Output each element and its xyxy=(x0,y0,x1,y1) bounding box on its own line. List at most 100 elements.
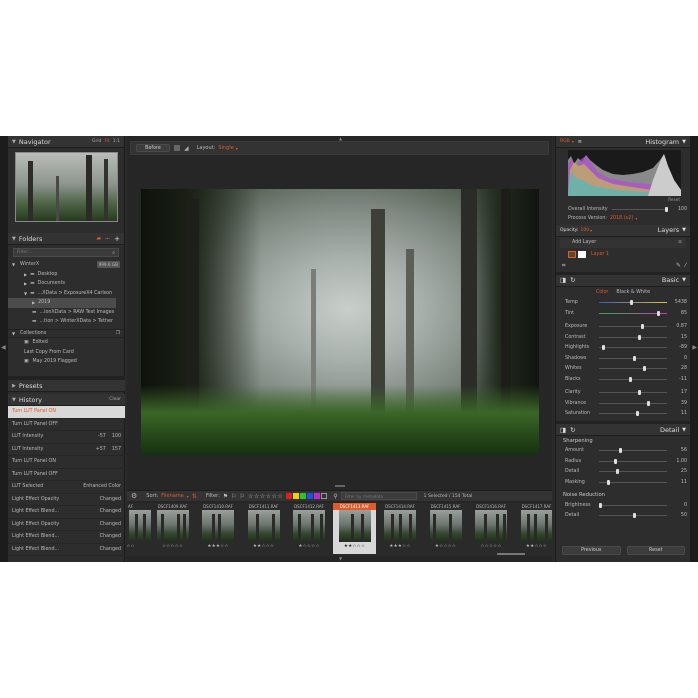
history-item[interactable]: Light Effect Opacity Changed xyxy=(8,494,125,506)
slider-track[interactable] xyxy=(599,458,667,464)
thumbnail-rating[interactable]: ★★☆☆☆ xyxy=(242,542,285,551)
slider-masking[interactable]: Masking 11 xyxy=(556,477,690,488)
split-view-icon[interactable]: ◢ xyxy=(184,145,189,152)
slider-value[interactable]: 39 xyxy=(671,401,687,406)
star-filter[interactable]: ☆☆☆☆☆☆ xyxy=(248,493,283,500)
slider-saturation[interactable]: Saturation 11 xyxy=(556,409,690,420)
thumbnail-rating[interactable]: ★★☆☆☆ xyxy=(515,542,552,551)
filmstrip-thumbnail[interactable]: DSCF1416.RAF ☆☆☆☆☆ xyxy=(470,503,513,554)
slider-knob[interactable] xyxy=(633,513,636,519)
slider-knob[interactable] xyxy=(642,366,646,372)
slider-track[interactable] xyxy=(599,513,667,519)
color-label-swatch[interactable] xyxy=(314,493,321,499)
collection-item[interactable]: ▣ Edited xyxy=(8,338,124,348)
slider-track[interactable] xyxy=(599,366,667,372)
slider-value[interactable]: 11 xyxy=(671,480,687,485)
brush-icon[interactable]: ✎ xyxy=(676,262,681,269)
reset-panel-icon[interactable]: ↻ xyxy=(570,276,575,284)
navigator-preview[interactable] xyxy=(15,152,118,222)
thumbnail-rating[interactable]: ☆☆ xyxy=(127,542,152,551)
layers-header[interactable]: Opacity: 100 ▾ Layers ▼ xyxy=(556,224,690,237)
slider-value[interactable]: 1.00 xyxy=(671,459,687,464)
history-item[interactable]: Light Effect Blend... Changed xyxy=(8,506,125,519)
folder-item[interactable]: ▶ ▬ Documents xyxy=(8,279,124,289)
panel-toggle-icon[interactable]: ◨ xyxy=(560,426,566,434)
layout-select[interactable]: Single xyxy=(218,145,233,151)
filmstrip-thumbnail[interactable]: DSCF1414.RAF ★★★☆☆ xyxy=(379,503,422,554)
panel-toggle-icon[interactable]: ◨ xyxy=(560,276,566,284)
slider-value[interactable]: 0.87 xyxy=(671,324,687,329)
process-version-select[interactable]: 2018 (v2) xyxy=(610,216,633,221)
slider-exposure[interactable]: Exposure 0.87 xyxy=(556,322,690,333)
main-image[interactable] xyxy=(141,189,539,455)
history-item[interactable]: LUT Intensity +57 157 xyxy=(8,444,125,456)
slider-knob[interactable] xyxy=(638,334,642,340)
fit-button[interactable]: Fit xyxy=(104,139,109,144)
history-item[interactable]: LUT Selected Enhanced Color xyxy=(8,481,125,494)
overall-intensity-slider[interactable]: Overall Intensity 100 xyxy=(556,204,690,215)
histogram-reset-button[interactable]: Reset xyxy=(556,196,690,204)
crop-icon[interactable]: ⌗ xyxy=(562,262,676,270)
folder-item-selected[interactable]: ▶ 2019 xyxy=(8,298,116,308)
slider-tint[interactable]: Tint 85 xyxy=(556,308,690,319)
slider-whites[interactable]: Whites 28 xyxy=(556,364,690,375)
slider-knob[interactable] xyxy=(616,469,619,475)
slider-track[interactable] xyxy=(599,502,667,508)
collection-item[interactable]: ▣ May 2019 Flagged xyxy=(8,357,124,367)
slider-knob[interactable] xyxy=(613,458,617,464)
folder-item[interactable]: ▶ ▬ Desktop xyxy=(8,270,124,280)
channel-select[interactable]: RGB xyxy=(560,139,570,144)
filmstrip-resize-handle[interactable] xyxy=(335,485,345,487)
slider-knob[interactable] xyxy=(628,376,632,382)
slider-value[interactable]: 25 xyxy=(671,469,687,474)
slider-track[interactable] xyxy=(599,479,667,485)
slider-clarity[interactable]: Clarity 17 xyxy=(556,388,690,399)
collapse-right-arrow-icon[interactable]: ▶ xyxy=(692,344,697,351)
thumbnail-rating[interactable]: ☆☆☆☆☆ xyxy=(151,542,194,551)
slider-knob[interactable] xyxy=(656,310,660,316)
slider-vibrance[interactable]: Vibrance 39 xyxy=(556,398,690,409)
slider-value[interactable]: -11 xyxy=(671,377,687,382)
one-to-one-button[interactable]: 1:1 xyxy=(113,139,120,144)
tab-black-white[interactable]: Black & White xyxy=(616,290,650,295)
history-item[interactable]: Light Effect Blend... Changed xyxy=(8,531,125,544)
history-item[interactable]: Turn LUT Panel ON xyxy=(8,456,125,469)
slider-track[interactable] xyxy=(599,411,667,417)
color-label-swatch[interactable] xyxy=(307,493,314,499)
opacity-select[interactable]: 100 xyxy=(581,228,590,233)
navigator-header[interactable]: ▼ Navigator Grid Fit 1:1 xyxy=(8,136,124,148)
add-icon[interactable]: + xyxy=(114,235,120,243)
gear-icon[interactable]: ⚙ xyxy=(131,492,137,500)
reset-button[interactable]: Reset xyxy=(626,546,685,555)
slider-value[interactable]: 11 xyxy=(671,411,687,416)
slider-track[interactable] xyxy=(599,334,667,340)
slider-value[interactable]: 17 xyxy=(671,390,687,395)
color-label-swatch[interactable] xyxy=(300,493,307,499)
reset-panel-icon[interactable]: ↻ xyxy=(570,426,575,434)
color-label-swatch[interactable] xyxy=(293,493,300,499)
sort-order-icon[interactable]: ⇅ xyxy=(192,493,197,500)
presets-header[interactable]: ▶ Presets xyxy=(8,380,125,392)
slider-track[interactable] xyxy=(599,469,667,475)
slider-amount[interactable]: Amount 56 xyxy=(556,446,690,457)
add-layer-button[interactable]: Add Layer ≡ xyxy=(560,237,686,248)
thumbnail-rating[interactable]: ☆☆☆☆☆ xyxy=(470,542,513,551)
filmstrip-thumbnail[interactable]: AF ☆☆ xyxy=(127,503,152,554)
filmstrip-thumbnail[interactable]: DSCF1415.RAF ★☆☆☆☆ xyxy=(424,503,467,554)
folder-filter-field[interactable]: Filter... ⌕ xyxy=(13,248,119,257)
slider-track[interactable] xyxy=(599,400,667,406)
slider-value[interactable]: 56 xyxy=(671,448,687,453)
folder-add-icon[interactable]: ▰ xyxy=(97,235,102,242)
slider-value[interactable]: 5438 xyxy=(671,300,687,305)
slider-knob[interactable] xyxy=(636,411,640,417)
slider-value[interactable]: 28 xyxy=(671,366,687,371)
drive-row[interactable]: ▼ WinterX 999.6 GB xyxy=(8,260,124,270)
slider-knob[interactable] xyxy=(646,400,650,406)
slider-shadows[interactable]: Shadows 0 xyxy=(556,353,690,364)
slider-knob[interactable] xyxy=(641,324,645,330)
search-icon[interactable]: ⚲ xyxy=(333,493,337,500)
slider-value[interactable]: 0 xyxy=(671,356,687,361)
filmstrip-thumbnail[interactable]: DSCF1412.RAF ★☆☆☆☆ xyxy=(288,503,331,554)
thumbnail-rating[interactable]: ★★★☆☆ xyxy=(197,542,240,551)
menu-icon[interactable]: ≡ xyxy=(578,139,582,145)
